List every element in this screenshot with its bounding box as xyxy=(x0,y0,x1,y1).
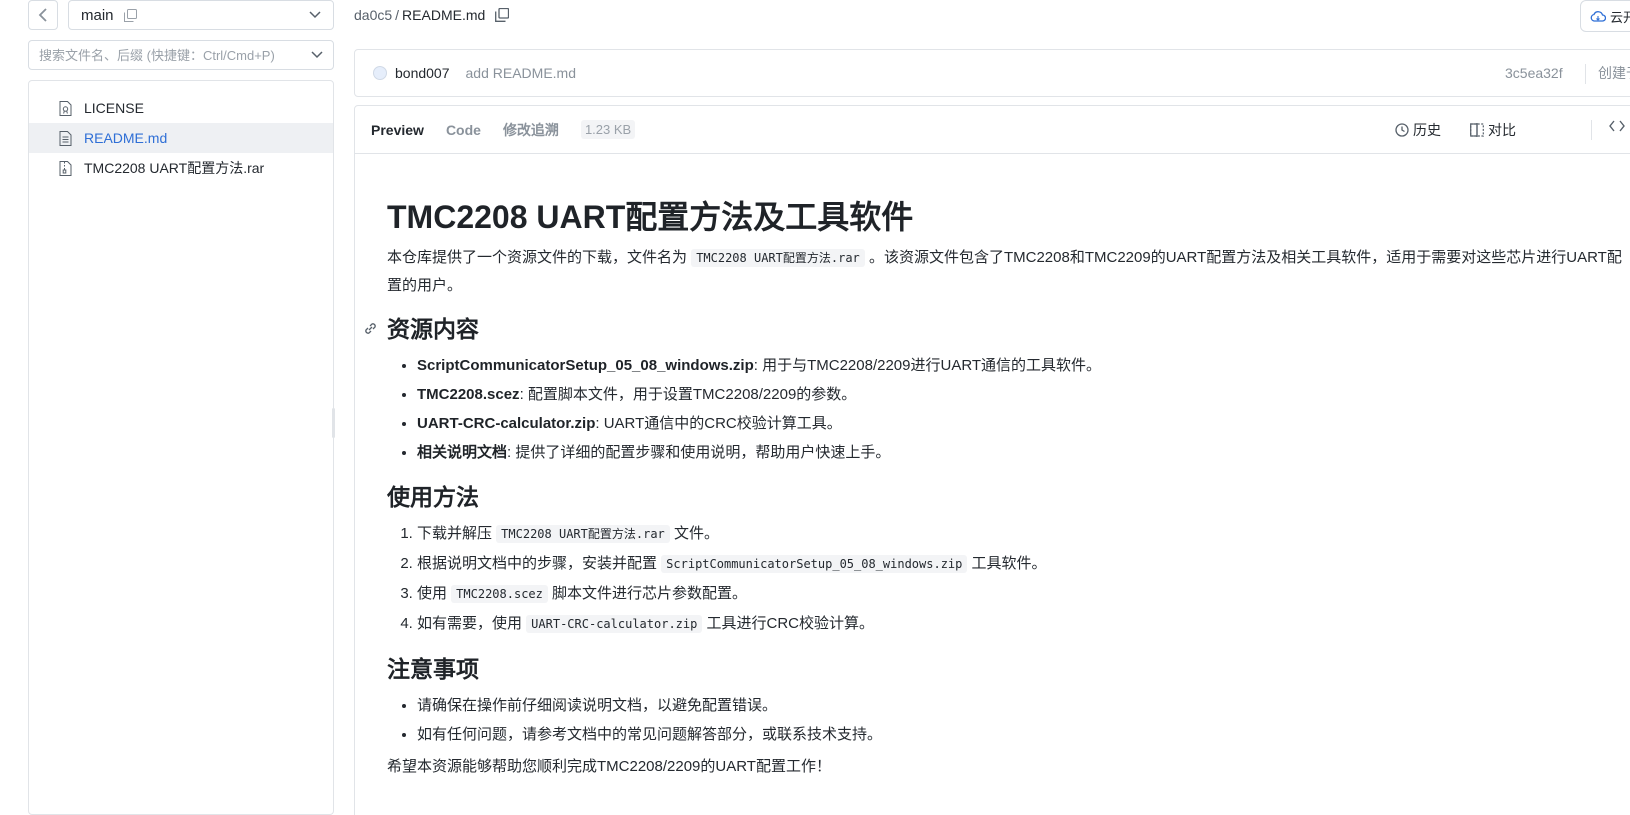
branch-selector[interactable]: main xyxy=(68,0,334,30)
commit-message[interactable]: add README.md xyxy=(466,65,576,81)
list-item: UART-CRC-calculator.zip: UART通信中的CRC校验计算… xyxy=(417,409,1627,438)
tab-preview[interactable]: Preview xyxy=(371,122,424,138)
last-commit-bar: bond007 add README.md 3c5ea32f 创建于 xyxy=(354,49,1630,97)
commit-hash[interactable]: 3c5ea32f xyxy=(1505,65,1563,81)
file-tree-item-license[interactable]: LICENSE xyxy=(29,93,333,123)
file-name: LICENSE xyxy=(84,100,144,116)
compare-button[interactable]: 对比 xyxy=(1470,120,1516,140)
readme-closing: 希望本资源能够帮助您顺利完成TMC2208/2209的UART配置工作！ xyxy=(387,758,831,775)
inline-code: TMC2208 UART配置方法.rar xyxy=(496,525,670,543)
branch-name: main xyxy=(81,6,114,24)
usage-steps: 下载并解压 TMC2208 UART配置方法.rar 文件。 根据说明文档中的步… xyxy=(387,519,1627,639)
file-search-input[interactable] xyxy=(39,47,311,63)
copy-icon[interactable] xyxy=(123,8,137,22)
breadcrumb-separator: / xyxy=(395,7,400,23)
breadcrumb-file: README.md xyxy=(402,7,486,23)
copy-path-icon[interactable] xyxy=(495,8,510,22)
history-label: 历史 xyxy=(1413,122,1441,138)
chevron-down-icon[interactable] xyxy=(311,51,323,59)
list-item: 下载并解压 TMC2208 UART配置方法.rar 文件。 xyxy=(417,519,1627,549)
file-tree: LICENSE README.md TMC2208 UART配置方法.rar xyxy=(28,80,334,815)
commit-author[interactable]: bond007 xyxy=(395,65,450,81)
list-item: 如有任何问题，请参考文档中的常见问题解答部分，或联系技术支持。 xyxy=(417,720,1627,749)
file-viewer: Preview Code 修改追溯 1.23 KB 历史 对比 TMC2208 … xyxy=(354,105,1630,815)
inline-code: ScriptCommunicatorSetup_05_08_windows.zi… xyxy=(661,555,968,573)
resources-list: ScriptCommunicatorSetup_05_08_windows.zi… xyxy=(387,351,1627,467)
list-item: 使用 TMC2208.scez 脚本文件进行芯片参数配置。 xyxy=(417,579,1627,609)
list-item: 请确保在操作前仔细阅读说明文档，以避免配置错误。 xyxy=(417,691,1627,720)
clock-icon xyxy=(1395,123,1409,137)
code-view-button[interactable] xyxy=(1609,120,1625,132)
file-search[interactable] xyxy=(28,40,334,70)
file-tree-item-readme[interactable]: README.md xyxy=(29,123,333,153)
history-button[interactable]: 历史 xyxy=(1395,120,1441,140)
link-icon[interactable] xyxy=(363,321,378,336)
list-item: TMC2208.scez: 配置脚本文件，用于设置TMC2208/2209的参数… xyxy=(417,380,1627,409)
tab-blame[interactable]: 修改追溯 xyxy=(503,120,559,140)
file-size: 1.23 KB xyxy=(580,120,636,139)
file-name: README.md xyxy=(84,130,168,146)
document-file-icon xyxy=(59,130,72,146)
chevron-left-icon xyxy=(38,8,48,22)
code-icon xyxy=(1609,120,1625,132)
divider xyxy=(1585,64,1586,84)
readme-content: TMC2208 UART配置方法及工具软件 本仓库提供了一个资源文件的下载，文件… xyxy=(365,196,1627,780)
divider xyxy=(1591,120,1592,140)
list-item: 相关说明文档: 提供了详细的配置步骤和使用说明，帮助用户快速上手。 xyxy=(417,438,1627,467)
inline-code: UART-CRC-calculator.zip xyxy=(526,615,703,633)
list-item: ScriptCommunicatorSetup_05_08_windows.zi… xyxy=(417,351,1627,380)
back-button[interactable] xyxy=(28,0,58,30)
section-heading-resources: 资源内容 xyxy=(365,313,1627,345)
breadcrumb-commit[interactable]: da0c5 xyxy=(354,7,392,23)
readme-intro: 本仓库提供了一个资源文件的下载，文件名为 TMC2208 UART配置方法.ra… xyxy=(387,249,1622,294)
cloud-ide-button[interactable]: 云开 xyxy=(1580,0,1630,32)
cloud-button-label: 云开 xyxy=(1610,9,1630,25)
list-item: 如有需要，使用 UART-CRC-calculator.zip 工具进行CRC校… xyxy=(417,609,1627,639)
compare-icon xyxy=(1470,123,1484,137)
license-file-icon xyxy=(59,100,72,116)
section-heading-usage: 使用方法 xyxy=(387,484,479,510)
sidebar-resize-handle[interactable] xyxy=(332,408,335,438)
file-name: TMC2208 UART配置方法.rar xyxy=(84,160,265,176)
inline-code: TMC2208.scez xyxy=(451,585,548,603)
viewer-tabs: Preview Code 修改追溯 1.23 KB 历史 对比 xyxy=(355,106,1630,154)
list-item: 根据说明文档中的步骤，安装并配置 ScriptCommunicatorSetup… xyxy=(417,549,1627,579)
tab-code[interactable]: Code xyxy=(446,122,481,138)
inline-code: TMC2208 UART配置方法.rar xyxy=(691,249,865,267)
avatar[interactable] xyxy=(373,66,387,80)
readme-title: TMC2208 UART配置方法及工具软件 xyxy=(387,199,914,235)
notes-list: 请确保在操作前仔细阅读说明文档，以避免配置错误。 如有任何问题，请参考文档中的常… xyxy=(387,691,1627,749)
chevron-down-icon xyxy=(309,11,321,19)
archive-file-icon xyxy=(59,160,72,176)
cloud-icon xyxy=(1590,10,1606,22)
breadcrumb: da0c5 / README.md xyxy=(354,7,510,23)
commit-created: 创建于 xyxy=(1598,65,1630,81)
section-heading-notes: 注意事项 xyxy=(387,656,479,682)
file-tree-item-rar[interactable]: TMC2208 UART配置方法.rar xyxy=(29,153,333,183)
compare-label: 对比 xyxy=(1488,122,1516,138)
